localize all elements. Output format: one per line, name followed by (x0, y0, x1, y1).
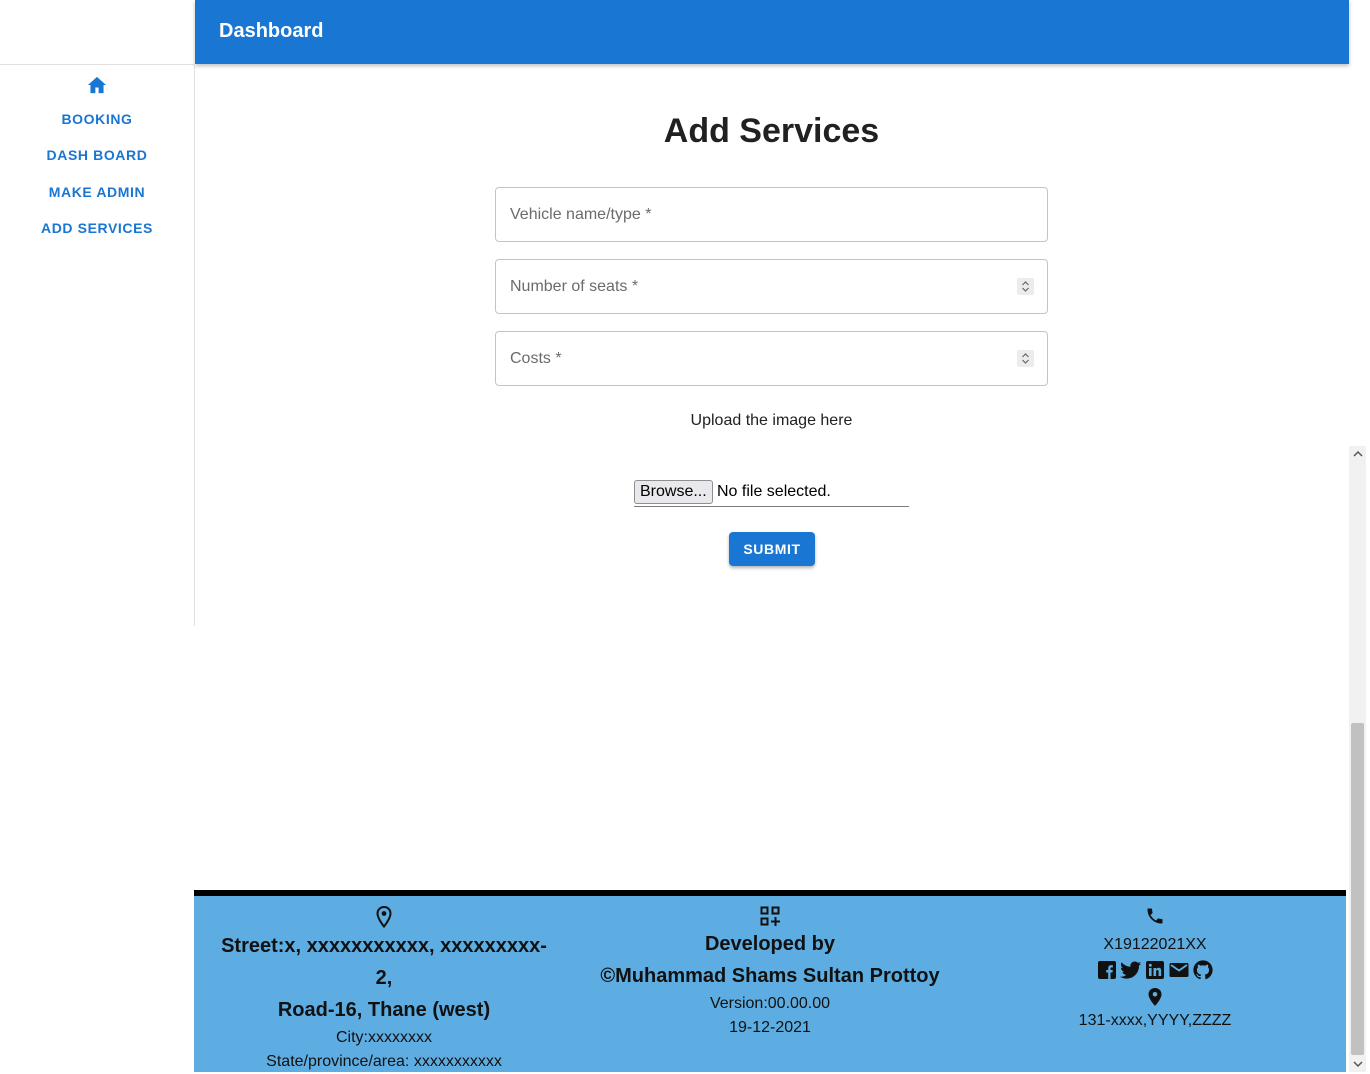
app-version: Version:00.00.00 (709, 995, 831, 1012)
browse-button[interactable]: Browse... (634, 480, 713, 504)
chevron-down-icon (1352, 1061, 1363, 1068)
footer: Street:x, xxxxxxxxxxx, xxxxxxxxx-2, Road… (194, 890, 1346, 1072)
footer-contact: X19122021XX 131-xxxx,YYYY,ZZZZ (1055, 896, 1255, 1033)
contact-phone: X19122021XX (1103, 936, 1207, 953)
twitter-icon[interactable] (1120, 959, 1142, 981)
costs-spinner[interactable] (1017, 350, 1034, 367)
developer-name: ©Muhammad Shams Sultan Prottoy (600, 965, 940, 987)
address-state: State/province/area: xxxxxxxxxxx (266, 1053, 502, 1070)
contact-location: 131-xxxx,YYYY,ZZZZ (1078, 1012, 1232, 1029)
scrollbar[interactable] (1349, 446, 1366, 1072)
developer-heading: Developed by (704, 933, 836, 955)
submit-button[interactable]: SUBMIT (729, 532, 815, 566)
address-line-2: Road-16, Thane (west) (277, 999, 491, 1021)
costs-input[interactable] (496, 332, 1047, 385)
home-icon (88, 76, 106, 94)
social-links (1055, 959, 1255, 981)
upload-label: Upload the image here (690, 412, 853, 429)
location-icon (1148, 988, 1162, 1006)
seats-field[interactable] (495, 259, 1048, 314)
location-pin-icon (376, 906, 392, 928)
phone-icon (1147, 908, 1163, 924)
costs-field[interactable] (495, 331, 1048, 386)
sidebar-item-dashboard[interactable]: DASH BOARD (0, 147, 194, 163)
qr-code-add-icon (760, 906, 780, 926)
sidebar-item-booking[interactable]: BOOKING (0, 111, 194, 127)
footer-developer: Developed by ©Muhammad Shams Sultan Prot… (570, 896, 970, 1040)
sidebar-item-make-admin[interactable]: MAKE ADMIN (0, 184, 194, 200)
app-bar: Dashboard (195, 0, 1349, 64)
sidebar: BOOKING DASH BOARD MAKE ADMIN ADD SERVIC… (0, 65, 195, 626)
spinner-arrows-icon (1022, 353, 1029, 364)
scroll-down-button[interactable] (1349, 1056, 1366, 1072)
scroll-up-button[interactable] (1349, 446, 1366, 462)
address-city: City:xxxxxxxx (336, 1029, 432, 1046)
page-header-title: Dashboard (219, 20, 324, 42)
file-status: No file selected. (717, 483, 831, 500)
chevron-up-icon (1352, 450, 1363, 457)
sidebar-header (0, 0, 194, 65)
seats-spinner[interactable] (1017, 278, 1034, 295)
footer-address: Street:x, xxxxxxxxxxx, xxxxxxxxx-2, Road… (214, 896, 554, 1074)
sidebar-item-add-services[interactable]: ADD SERVICES (0, 220, 194, 236)
vehicle-name-field[interactable] (495, 187, 1048, 242)
spinner-arrows-icon (1022, 281, 1029, 292)
address-line-1: Street:x, xxxxxxxxxxx, xxxxxxxxx-2, (221, 935, 547, 989)
form-title: Add Services (663, 112, 880, 150)
facebook-icon[interactable] (1096, 959, 1118, 981)
file-input[interactable]: Browse... No file selected. (634, 480, 909, 507)
github-icon[interactable] (1192, 959, 1214, 981)
linkedin-icon[interactable] (1144, 959, 1166, 981)
release-date: 19-12-2021 (729, 1019, 811, 1036)
vehicle-name-input[interactable] (496, 188, 1047, 241)
email-icon[interactable] (1168, 959, 1190, 981)
seats-input[interactable] (496, 260, 1047, 313)
home-button[interactable] (82, 73, 112, 97)
scrollbar-thumb[interactable] (1351, 723, 1364, 1055)
